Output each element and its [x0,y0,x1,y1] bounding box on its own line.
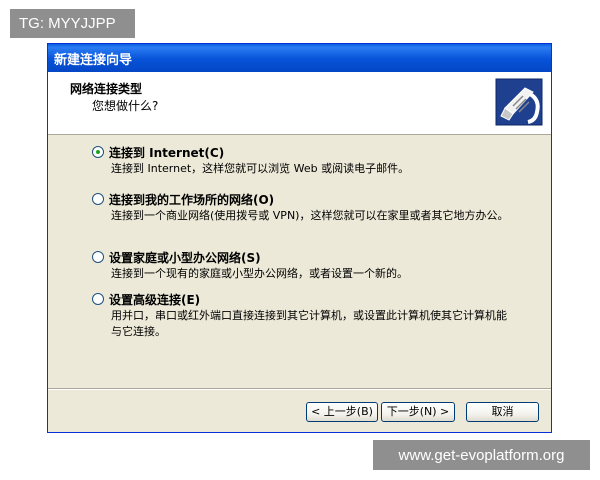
radio-selected-dot [96,150,100,154]
radio-advanced-connection[interactable] [92,293,104,305]
option-description: 连接到一个现有的家庭或小型办公网络，或者设置一个新的。 [111,267,408,280]
new-connection-wizard-dialog: 新建连接向导 网络连接类型 您想做什么? 连接到 Internet(C) 连接到… [47,43,552,433]
header-title: 网络连接类型 [70,82,143,96]
cancel-button[interactable]: 取消 [466,402,539,422]
network-cable-icon [495,78,543,126]
option-description: 连接到 Internet，这样您就可以浏览 Web 或阅读电子邮件。 [111,162,410,175]
footer-divider [48,388,551,390]
header-subtitle: 您想做什么? [92,99,159,113]
next-button[interactable]: 下一步(N) > [381,402,455,422]
radio-connect-internet[interactable] [92,146,104,158]
option-label[interactable]: 设置高级连接(E) [109,291,200,308]
radio-home-office-network[interactable] [92,251,104,263]
back-button[interactable]: < 上一步(B) [306,402,378,422]
option-label[interactable]: 连接到我的工作场所的网络(O) [109,191,274,208]
window-title: 新建连接向导 [54,52,133,68]
window-title-bar[interactable]: 新建连接向导 [48,44,551,72]
radio-connect-workplace[interactable] [92,193,104,205]
option-description: 连接到一个商业网络(使用拨号或 VPN)，这样您就可以在家里或者其它地方办公。 [111,209,509,222]
option-label[interactable]: 设置家庭或小型办公网络(S) [109,249,261,266]
wizard-header: 网络连接类型 您想做什么? [48,72,551,135]
option-description: 用并口，串口或红外端口直接连接到其它计算机，或设置此计算机使其它计算机能与它连接… [111,309,507,338]
watermark-top: TG: MYYJJPP [10,9,135,38]
watermark-bottom: www.get-evoplatform.org [373,440,590,470]
option-label[interactable]: 连接到 Internet(C) [109,144,224,161]
